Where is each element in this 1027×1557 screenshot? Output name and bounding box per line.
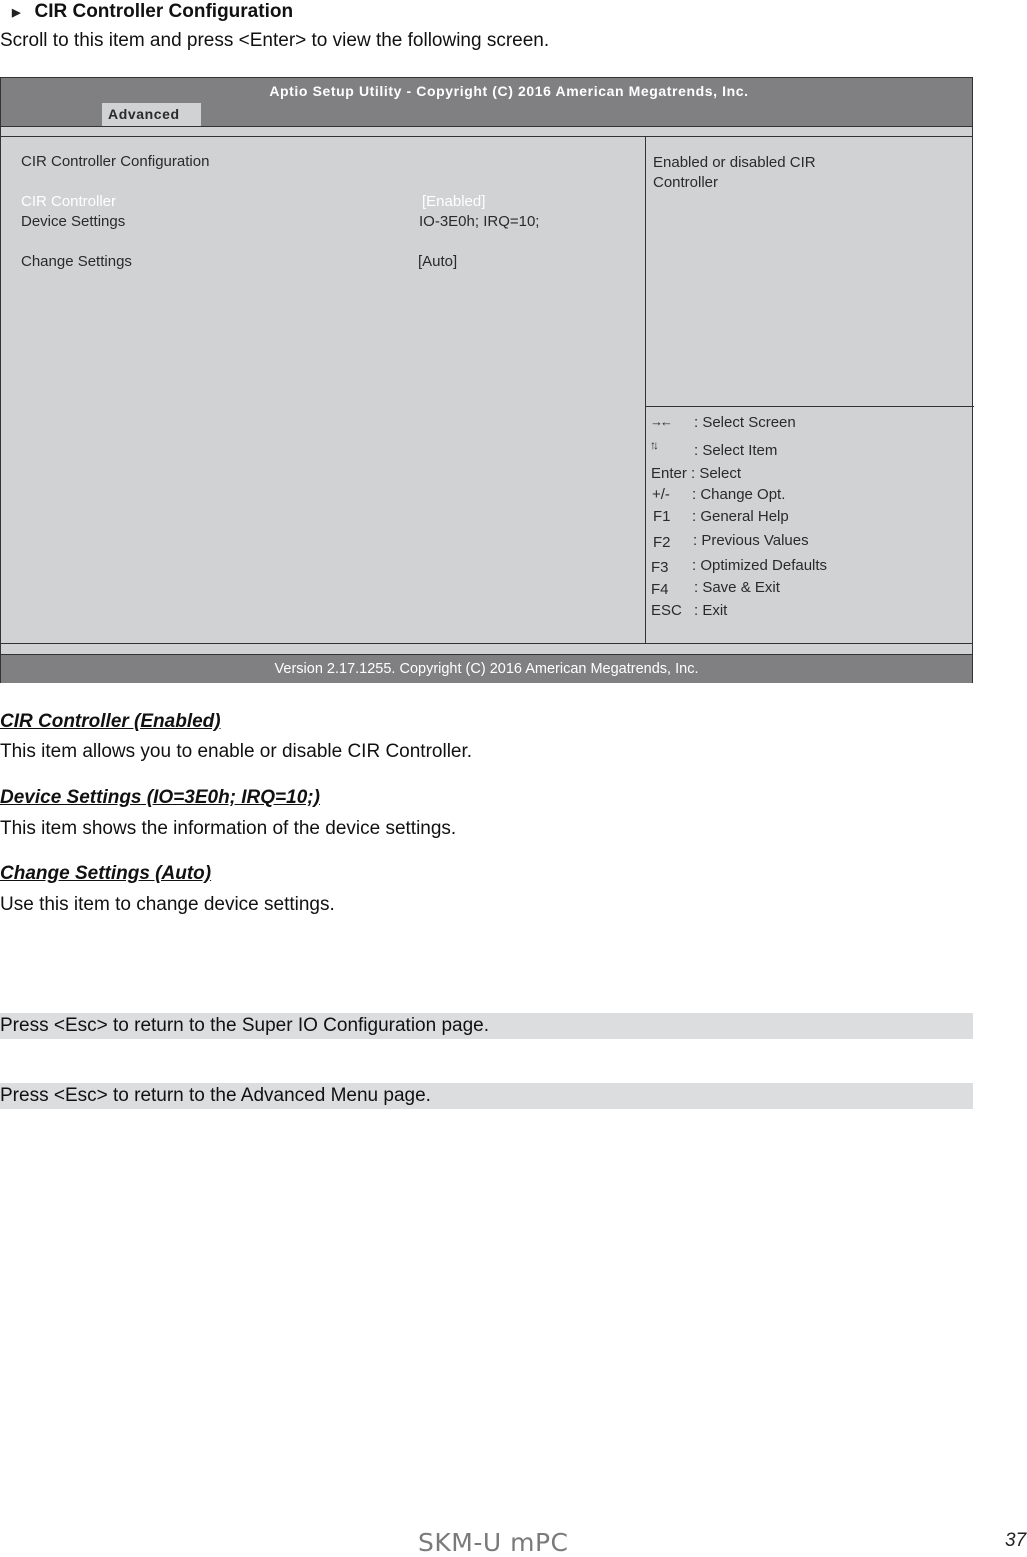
settings-pane: CIR Controller Configuration CIR Control… <box>1 137 645 643</box>
left-right-arrows-icon: →← <box>650 414 673 429</box>
section-heading: ▶ CIR Controller Configuration <box>12 0 293 24</box>
bios-header: Aptio Setup Utility - Copyright (C) 2016… <box>1 78 972 126</box>
setting-cir-controller-label[interactable]: CIR Controller <box>21 193 116 210</box>
note-advanced-menu: Press <Esc> to return to the Advanced Me… <box>0 1083 973 1109</box>
item-desc-cir-controller: This item allows you to enable or disabl… <box>0 741 473 762</box>
up-down-arrows-icon: ↑↓ <box>650 438 659 452</box>
page-number: 37 <box>1005 1530 1027 1551</box>
note-super-io: Press <Esc> to return to the Super IO Co… <box>0 1013 973 1039</box>
item-desc-change-settings: Use this item to change device settings. <box>0 894 335 915</box>
bios-footer: Version 2.17.1255. Copyright (C) 2016 Am… <box>1 655 972 683</box>
setting-device-settings-label[interactable]: Device Settings <box>21 213 125 230</box>
setting-change-settings-value[interactable]: [Auto] <box>418 253 457 270</box>
intro-text: Scroll to this item and press <Enter> to… <box>0 30 550 51</box>
setting-device-settings-value: IO-3E0h; IRQ=10; <box>419 213 540 230</box>
section-heading-text: CIR Controller Configuration <box>34 1 294 22</box>
setting-cir-controller-value[interactable]: [Enabled] <box>422 193 485 210</box>
bios-title: Aptio Setup Utility - Copyright (C) 2016… <box>269 83 749 99</box>
page-heading: CIR Controller Configuration <box>21 153 210 170</box>
item-title-device-settings: Device Settings (IO=3E0h; IRQ=10;) <box>0 787 320 808</box>
setting-change-settings-label[interactable]: Change Settings <box>21 253 132 270</box>
item-desc-device-settings: This item shows the information of the d… <box>0 818 457 839</box>
footer-brand: SKM-U mPC <box>418 1528 569 1557</box>
help-text: Enabled or disabled CIR Controller <box>653 154 816 191</box>
help-pane: Enabled or disabled CIR Controller →← : … <box>645 137 974 643</box>
item-title-change-settings: Change Settings (Auto) <box>0 863 212 884</box>
divider <box>646 406 974 407</box>
tab-advanced[interactable]: Advanced <box>102 103 201 126</box>
divider <box>1 126 972 127</box>
item-title-cir-controller: CIR Controller (Enabled) <box>0 711 221 732</box>
divider <box>1 643 972 644</box>
bios-screen: Aptio Setup Utility - Copyright (C) 2016… <box>0 77 974 683</box>
triangle-right-icon: ▶ <box>12 6 21 19</box>
